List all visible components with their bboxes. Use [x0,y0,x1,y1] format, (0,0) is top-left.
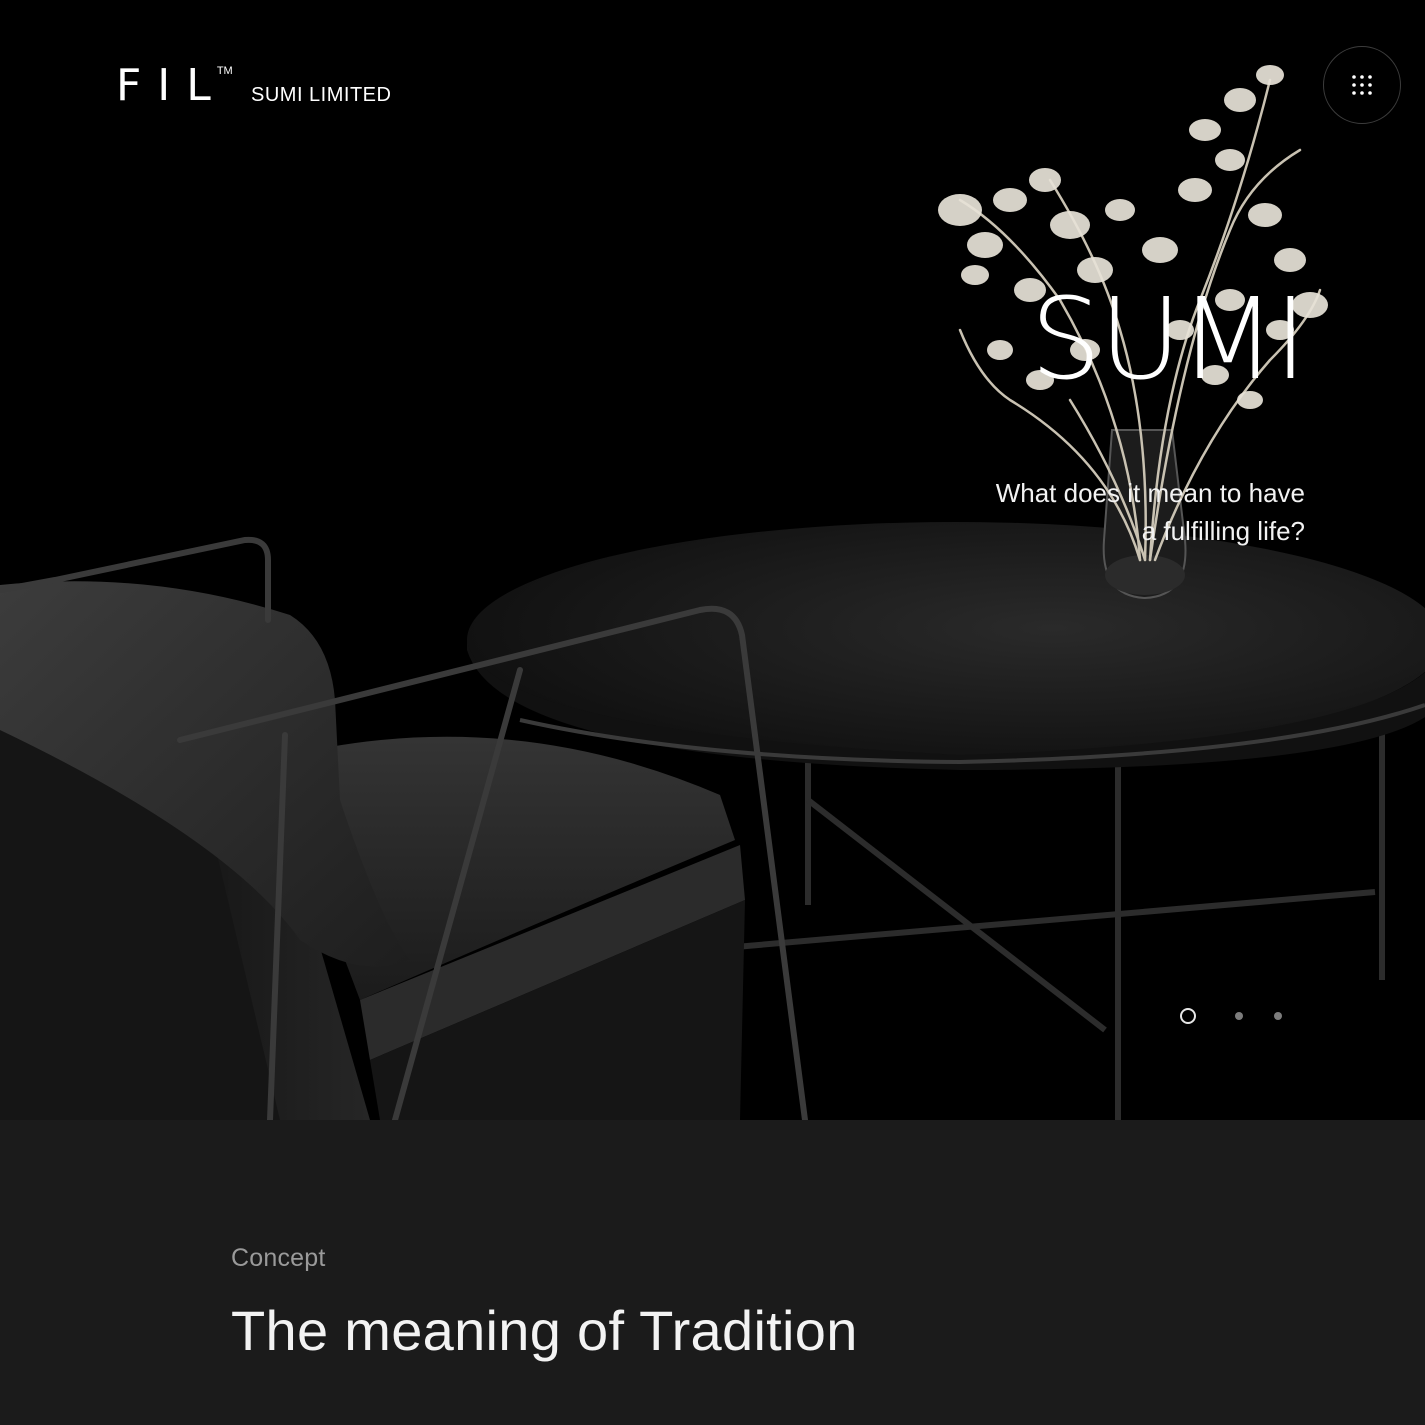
hero-title: SUMI [1030,275,1307,405]
hero-image [0,0,1425,1120]
menu-button[interactable] [1323,46,1401,124]
section-heading: The meaning of Tradition [231,1299,858,1362]
trademark-symbol: TM [216,65,233,77]
section-label: Concept [231,1244,326,1272]
slider-pagination [1180,1008,1298,1024]
slide-dot-1[interactable] [1180,1008,1196,1024]
brand-name[interactable]: SUMI LIMITED [251,84,391,107]
grid-dots-icon [1352,75,1372,95]
slide-dot-2[interactable] [1235,1012,1243,1020]
hero-section: FIL TM SUMI LIMITED SUMI What does it me… [0,0,1425,1120]
concept-section: Concept The meaning of Tradition [0,1120,1425,1425]
hero-tagline: What does it mean to have a fulfilling l… [995,478,1305,546]
slide-dot-3[interactable] [1274,1012,1282,1020]
brand-mark: FIL [116,60,227,111]
brand-logo[interactable]: FIL TM [116,64,233,108]
